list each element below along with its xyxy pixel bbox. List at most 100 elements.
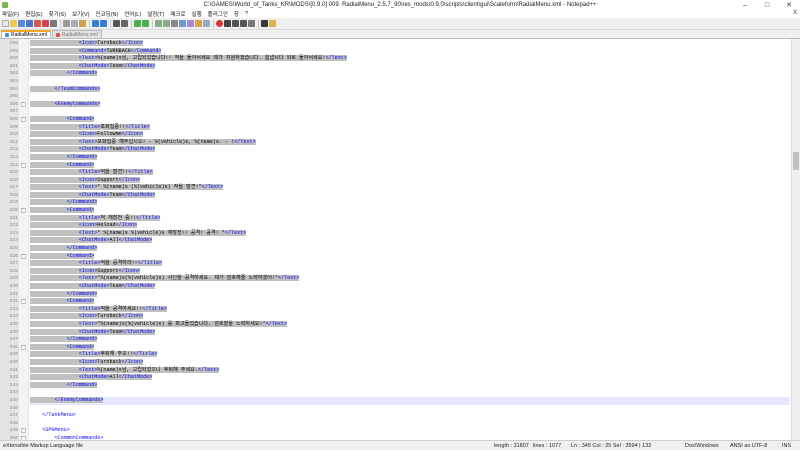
code-line[interactable]: 302 </Command> <box>0 70 790 78</box>
open-file-icon[interactable] <box>10 20 17 27</box>
code-line[interactable]: 304 </TeamCommands> <box>0 85 790 94</box>
menu-macro[interactable]: 매크로 <box>170 10 185 18</box>
code-line[interactable]: 345 </EnemyCommands> <box>0 396 790 405</box>
redo-icon[interactable] <box>100 20 107 27</box>
code-line[interactable]: 330 <ChatMode>Team</ChatMode> <box>0 283 790 291</box>
minimize-button[interactable]: – <box>734 0 756 10</box>
code-line[interactable]: 329 <Text>*%(name)s(%(vehicle)s) 사신을 공격하… <box>0 275 790 283</box>
doc-map-icon[interactable] <box>203 20 210 27</box>
code-line[interactable]: 339 <Title>후퇴해 주오!!</Title> <box>0 351 790 359</box>
code-line[interactable]: 307 <box>0 108 790 116</box>
code-line[interactable]: 335 <Text>*%(name)s(%(vehicle)s) 를 파고들었습… <box>0 320 790 329</box>
code-line[interactable]: 306− <EnemyCommands> <box>0 100 790 109</box>
code-line[interactable]: 344 <box>0 389 790 397</box>
code-line[interactable]: 319 </Command> <box>0 199 790 207</box>
run-macro-multiple-icon[interactable] <box>240 20 247 27</box>
fold-toggle-icon[interactable]: − <box>21 162 26 168</box>
tab-radialmenu-inactive[interactable]: RadialMenu.xml <box>51 30 102 38</box>
code-line[interactable]: 320− <Command> <box>0 207 790 215</box>
code-line[interactable]: 324 <ChatMode>All</ChatMode> <box>0 237 790 245</box>
close-all-icon[interactable] <box>42 20 49 27</box>
vertical-scrollbar[interactable] <box>791 39 800 440</box>
scrollbar-thumb[interactable] <box>793 152 799 170</box>
menu-language[interactable]: 언어(L) <box>124 10 141 18</box>
fold-toggle-icon[interactable]: − <box>21 101 26 107</box>
plugin-icon[interactable] <box>269 20 276 27</box>
indent-guide-icon[interactable] <box>187 20 194 27</box>
close-button[interactable]: ✕ <box>778 0 800 10</box>
menu-window[interactable]: 창 <box>234 10 239 18</box>
code-line[interactable]: 314− <Command> <box>0 161 790 170</box>
code-line[interactable]: 311 <Text>포화집중 해주십시오! - %(vehicle)s, %(n… <box>0 138 790 147</box>
code-line[interactable]: 334 <Icon>Turnback</Icon> <box>0 313 790 321</box>
menu-settings[interactable]: 설정(T) <box>147 10 164 18</box>
code-line[interactable]: 340 <Icon>Turnback</Icon> <box>0 358 790 367</box>
code-line[interactable]: 322 <Icon>Reload</Icon> <box>0 222 790 230</box>
sync-vertical-icon[interactable] <box>155 20 162 27</box>
copy-icon[interactable] <box>71 20 78 27</box>
code-line[interactable]: 317 <Text>* %(name)s (%(vehicle)s) 적을 발견… <box>0 184 790 192</box>
code-line[interactable]: 337 </Command> <box>0 336 790 344</box>
code-line[interactable]: 298 <Icon>Turnback</Icon> <box>0 40 790 48</box>
code-line[interactable]: 336 <ChatMode>Team</ChatMode> <box>0 328 790 337</box>
code-line[interactable]: 327 <Title>적을 공격하라!!</Title> <box>0 260 790 268</box>
code-line[interactable]: 305 <box>0 93 790 101</box>
close-file-icon[interactable] <box>34 20 41 27</box>
new-file-icon[interactable] <box>2 20 9 27</box>
menu-file[interactable]: 파일(F) <box>2 10 19 18</box>
editor-pane[interactable]: 298 <Icon>Turnback</Icon> 299 <Command>TU… <box>0 39 800 440</box>
code-line[interactable]: 348 <box>0 420 790 428</box>
replace-icon[interactable] <box>121 20 128 27</box>
find-icon[interactable] <box>113 20 120 27</box>
code-line[interactable]: 301 <ChatMode>Team</ChatMode> <box>0 62 790 71</box>
code-line[interactable]: 346 <box>0 405 790 413</box>
word-wrap-icon[interactable] <box>171 20 178 27</box>
code-line[interactable]: 309 <Title>포화집중!!</Title> <box>0 123 790 132</box>
code-line[interactable]: 347 </TankMenu> <box>0 412 790 420</box>
cut-icon[interactable] <box>63 20 70 27</box>
close-document-icon[interactable]: X <box>793 10 797 16</box>
menu-search[interactable]: 찾기(S) <box>49 10 66 18</box>
sync-horizontal-icon[interactable] <box>163 20 170 27</box>
tab-radialmenu-active[interactable]: RadialMenu.xml <box>1 30 51 38</box>
code-line[interactable]: 325 </Command> <box>0 245 790 253</box>
undo-icon[interactable] <box>92 20 99 27</box>
maximize-button[interactable]: □ <box>756 0 778 10</box>
stop-macro-icon[interactable] <box>224 20 231 27</box>
save-macro-icon[interactable] <box>248 20 255 27</box>
menu-edit[interactable]: 편집(E) <box>25 10 42 18</box>
code-line[interactable]: 333 <Title>적을 공격하세요!!</Title> <box>0 305 790 314</box>
code-line[interactable]: 315 <Title>적을 발견!!</Title> <box>0 169 790 177</box>
fold-toggle-icon[interactable]: − <box>21 428 26 434</box>
fold-toggle-icon[interactable]: − <box>21 299 26 305</box>
code-line[interactable]: 308− <Command> <box>0 115 790 124</box>
code-line[interactable]: 318 <ChatMode>Team</ChatMode> <box>0 191 790 200</box>
menu-encoding[interactable]: 인코딩(N) <box>96 10 119 18</box>
save-all-icon[interactable] <box>26 20 33 27</box>
code-line[interactable]: 349− <SPGMenu> <box>0 427 790 435</box>
menu-run[interactable]: 실행 <box>192 10 202 18</box>
print-icon[interactable] <box>50 20 57 27</box>
fold-toggle-icon[interactable]: − <box>21 208 26 214</box>
code-line[interactable]: 300 <Text>%(name)s님, 고립되었습니다!! 적을 돌아서세요 … <box>0 55 790 63</box>
code-line[interactable]: 331 </Command> <box>0 290 790 299</box>
code-line[interactable]: 312 <ChatMode>Team</ChatMode> <box>0 146 790 154</box>
save-icon[interactable] <box>18 20 25 27</box>
menu-view[interactable]: 보기(V) <box>72 10 89 18</box>
code-line[interactable]: 303 <box>0 78 790 86</box>
abc-spellcheck-icon[interactable] <box>261 20 268 27</box>
code-line[interactable]: 313 </Command> <box>0 153 790 162</box>
show-all-chars-icon[interactable] <box>179 20 186 27</box>
paste-icon[interactable] <box>79 20 86 27</box>
code-line[interactable]: 310 <Icon>Followme</Icon> <box>0 131 790 139</box>
fold-toggle-icon[interactable]: − <box>21 116 26 122</box>
play-macro-icon[interactable] <box>232 20 239 27</box>
menu-help[interactable]: ? <box>245 11 248 17</box>
fold-toggle-icon[interactable]: − <box>21 344 26 350</box>
menu-plugins[interactable]: 플러그인 <box>208 10 228 18</box>
code-line[interactable]: 342 <ChatMode>All</ChatMode> <box>0 374 790 382</box>
code-line[interactable]: 332− <Command> <box>0 298 790 306</box>
code-line[interactable]: 321 <Title>적 재장전 중!!</Title> <box>0 214 790 223</box>
record-macro-icon[interactable] <box>216 20 223 27</box>
code-line[interactable]: 323 <Text>* %(name)s %(vehicle)s 재장전!! 공… <box>0 229 790 238</box>
